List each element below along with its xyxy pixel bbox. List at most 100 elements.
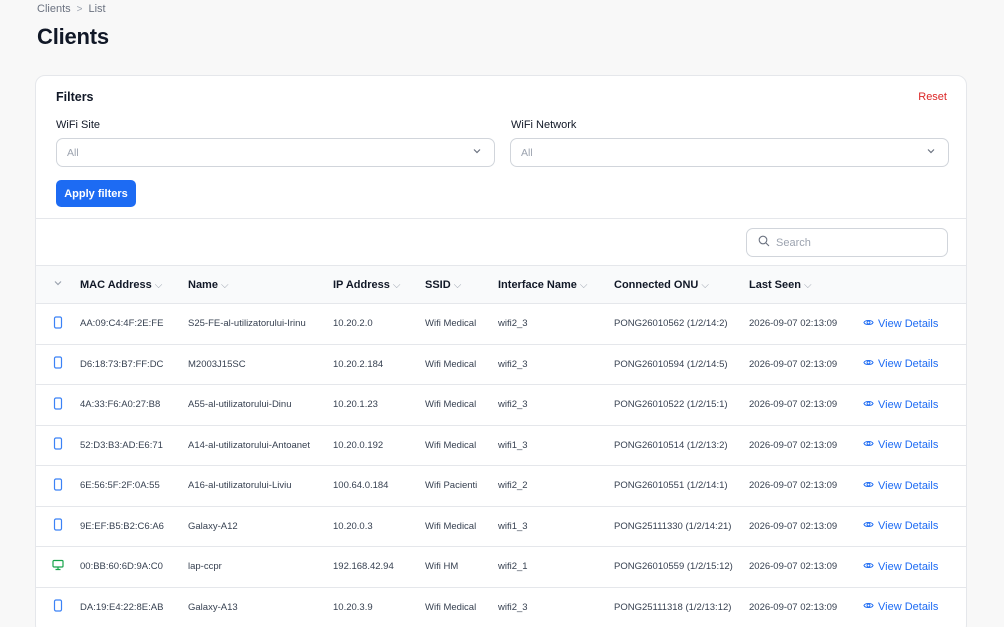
phone-icon <box>36 385 80 426</box>
phone-icon <box>36 506 80 547</box>
ip-cell: 10.20.2.184 <box>333 358 384 370</box>
column-header-last-seen[interactable]: Last Seen ⌵ <box>749 266 863 304</box>
view-details-label: View Details <box>878 479 939 492</box>
view-details-cell: View Details <box>863 587 966 627</box>
ip-cell: 10.20.2.0 <box>333 318 373 330</box>
view-details-label: View Details <box>878 601 939 614</box>
chevron-down-icon <box>472 146 482 159</box>
wifi-network-select[interactable]: All <box>510 138 949 167</box>
view-details-link[interactable]: View Details <box>863 438 938 452</box>
mac-cell: 52:D3:B3:AD:E6:71 <box>80 439 163 451</box>
column-header-onu[interactable]: Connected ONU ⌵ <box>614 266 749 304</box>
column-header-ip[interactable]: IP Address ⌵ <box>333 266 425 304</box>
column-header-mac[interactable]: MAC Address ⌵ <box>80 266 188 304</box>
eye-icon <box>863 438 874 452</box>
view-details-link[interactable]: View Details <box>863 479 938 493</box>
breadcrumb: Clients > List <box>37 3 106 15</box>
last-seen-cell: 2026-09-07 02:13:09 <box>749 561 838 573</box>
breadcrumb-current: List <box>88 3 106 15</box>
view-details-cell: View Details <box>863 506 966 547</box>
interface-cell: wifi2_1 <box>498 561 528 573</box>
table-row[interactable]: 4A:33:F6:A0:27:B8 A55-al-utilizatorului-D… <box>36 385 966 426</box>
view-details-cell: View Details <box>863 385 966 426</box>
last-seen-cell: 2026-09-07 02:13:09 <box>749 318 838 330</box>
view-details-label: View Details <box>878 358 939 371</box>
divider <box>36 218 966 219</box>
column-header-interface[interactable]: Interface Name ⌵ <box>498 266 614 304</box>
ssid-cell: Wifi Medical <box>425 358 477 370</box>
interface-cell: wifi1_3 <box>498 439 528 451</box>
search-placeholder: Search <box>776 236 811 249</box>
sort-chevron-icon: ⌵ <box>453 279 462 291</box>
search-input[interactable]: Search <box>746 228 948 257</box>
view-details-link[interactable]: View Details <box>863 560 938 574</box>
name-cell: lap-ccpr <box>188 561 222 573</box>
view-details-link[interactable]: View Details <box>863 600 938 614</box>
last-seen-cell: 2026-09-07 02:13:09 <box>749 601 838 613</box>
table-row[interactable]: DA:19:E4:22:8E:AB Galaxy-A13 10.20.3.9 Wifi… <box>36 587 966 627</box>
eye-icon <box>863 519 874 533</box>
column-header-name[interactable]: Name ⌵ <box>188 266 333 304</box>
last-seen-cell: 2026-09-07 02:13:09 <box>749 358 838 370</box>
sort-chevron-icon: ⌵ <box>701 279 709 291</box>
ssid-cell: Wifi HM <box>425 561 459 573</box>
sort-chevron-icon: ⌵ <box>220 279 229 291</box>
table-row[interactable]: AA:09:C4:4F:2E:FE S25-FE-al-utilizatorulu… <box>36 304 966 345</box>
name-cell: A16-al-utilizatorului-Liviu <box>188 480 292 492</box>
view-details-link[interactable]: View Details <box>863 398 938 412</box>
sort-chevron-icon: ⌵ <box>803 279 812 291</box>
wifi-site-select[interactable]: All <box>56 138 495 167</box>
ip-cell: 100.64.0.184 <box>333 480 389 492</box>
search-icon <box>758 235 770 250</box>
mac-cell: DA:19:E4:22:8E:AB <box>80 601 164 613</box>
view-details-link[interactable]: View Details <box>863 519 938 533</box>
table-row[interactable]: 52:D3:B3:AD:E6:71 A14-al-utilizatorului-A… <box>36 425 966 466</box>
mac-cell: 4A:33:F6:A0:27:B8 <box>80 399 161 411</box>
clients-table: MAC Address ⌵ Name ⌵ IP Address ⌵ SSID ⌵ Int… <box>36 265 966 627</box>
last-seen-cell: 2026-09-07 02:13:09 <box>749 439 838 451</box>
onu-cell: PONG26010551 (1/2/14:1) <box>614 480 728 492</box>
mac-cell: 00:BB:60:6D:9A:C0 <box>80 561 163 573</box>
eye-icon <box>863 357 874 371</box>
ssid-cell: Wifi Medical <box>425 601 477 613</box>
interface-cell: wifi2_3 <box>498 318 528 330</box>
ip-cell: 10.20.1.23 <box>333 399 378 411</box>
view-details-cell: View Details <box>863 344 966 385</box>
interface-cell: wifi2_3 <box>498 399 528 411</box>
phone-icon <box>36 587 80 627</box>
onu-cell: PONG25111318 (1/2/13:12) <box>614 601 732 613</box>
view-details-cell: View Details <box>863 547 966 588</box>
mac-cell: 6E:56:5F:2F:0A:55 <box>80 480 160 492</box>
page-title: Clients <box>37 24 109 49</box>
sort-chevron-icon: ⌵ <box>392 279 401 291</box>
apply-filters-button[interactable]: Apply filters <box>56 180 136 207</box>
view-details-link[interactable]: View Details <box>863 317 938 331</box>
clients-card: Filters Reset WiFi Site All WiFi Network… <box>35 75 967 627</box>
wifi-site-label: WiFi Site <box>56 119 100 131</box>
eye-icon <box>863 317 874 331</box>
table-row[interactable]: 6E:56:5F:2F:0A:55 A16-al-utilizatorului-L… <box>36 466 966 506</box>
view-details-cell: View Details <box>863 304 966 345</box>
view-details-label: View Details <box>878 317 939 330</box>
ssid-cell: Wifi Medical <box>425 399 477 411</box>
onu-cell: PONG26010559 (1/2/15:12) <box>614 561 733 573</box>
onu-cell: PONG26010514 (1/2/13:2) <box>614 439 728 451</box>
table-row[interactable]: 00:BB:60:6D:9A:C0 lap-ccpr 192.168.42.94 Wi… <box>36 547 966 588</box>
reset-filters-link[interactable]: Reset <box>918 91 947 103</box>
chevron-down-icon <box>54 281 62 286</box>
onu-cell: PONG26010562 (1/2/14:2) <box>614 318 728 330</box>
expand-all-toggle[interactable] <box>36 266 80 304</box>
table-row[interactable]: 9E:EF:B5:B2:C6:A6 Galaxy-A12 10.20.0.3 Wifi… <box>36 506 966 547</box>
mac-cell: 9E:EF:B5:B2:C6:A6 <box>80 520 164 532</box>
onu-cell: PONG26010594 (1/2/14:5) <box>614 358 728 370</box>
phone-icon <box>36 344 80 385</box>
interface-cell: wifi2_3 <box>498 601 528 613</box>
phone-icon <box>36 425 80 466</box>
view-details-link[interactable]: View Details <box>863 357 938 371</box>
breadcrumb-clients-link[interactable]: Clients <box>37 3 71 15</box>
table-row[interactable]: D6:18:73:B7:FF:DC M2003J15SC 10.20.2.184 Wi… <box>36 344 966 385</box>
ssid-cell: Wifi Pacienti <box>425 480 478 492</box>
interface-cell: wifi2_3 <box>498 358 528 370</box>
column-header-ssid[interactable]: SSID ⌵ <box>425 266 498 304</box>
name-cell: M2003J15SC <box>188 358 246 370</box>
